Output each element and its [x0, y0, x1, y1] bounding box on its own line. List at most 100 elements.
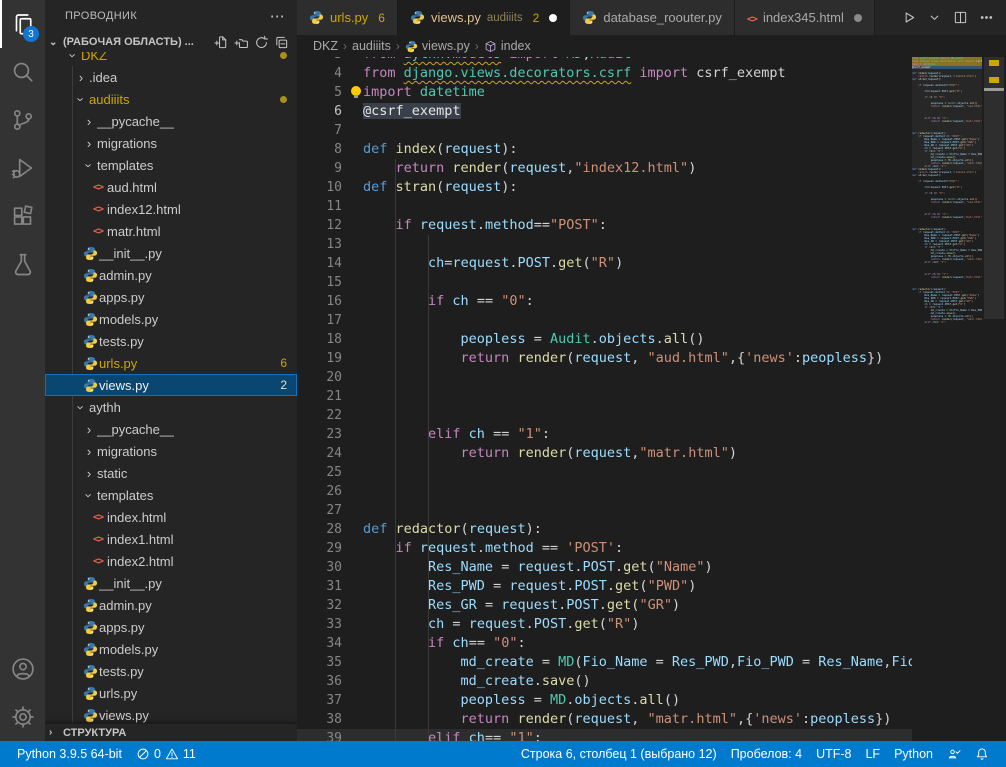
dirty-indicator[interactable] — [854, 14, 862, 22]
tree-item-apps.py[interactable]: apps.py — [45, 286, 297, 308]
status-notifications[interactable] — [968, 747, 996, 761]
scrollbar-thumb[interactable] — [984, 57, 1004, 319]
warning-count: 11 — [183, 747, 196, 761]
more-icon[interactable] — [974, 6, 998, 30]
breadcrumb-item-views.py[interactable]: views.py — [405, 39, 470, 53]
activity-bar-item-source-control[interactable] — [0, 96, 45, 144]
tree-item-__pycache__[interactable]: ›__pycache__ — [45, 110, 297, 132]
split-editor-icon[interactable] — [948, 6, 972, 30]
tree-item-urls.py[interactable]: urls.py6 — [45, 352, 297, 374]
tab-database_roouter.py[interactable]: database_roouter.py — [570, 0, 735, 35]
activity-bar-item-extensions[interactable] — [0, 192, 45, 240]
code-line-31: 31 Res_PWD = request.POST.get("PWD") — [297, 577, 912, 596]
status-problems[interactable]: 011 — [129, 747, 203, 761]
chevron-right-icon: › — [81, 114, 97, 129]
status-python-version[interactable]: Python 3.9.5 64-bit — [10, 747, 129, 761]
chevron-down-icon: ⌄ — [49, 37, 63, 48]
code-line-15: 15 — [297, 273, 912, 292]
workspace-section-header[interactable]: ⌄ (РАБОЧАЯ ОБЛАСТЬ) ... — [45, 32, 297, 52]
breadcrumb-item-index[interactable]: index — [484, 39, 531, 53]
breadcrumb-item-audiiits[interactable]: audiiits — [352, 39, 391, 53]
activity-bar-item-search[interactable] — [0, 48, 45, 96]
tree-item-audiiits[interactable]: ›audiiits — [45, 88, 297, 110]
status-indentation[interactable]: Пробелов: 4 — [724, 747, 809, 761]
more-actions-icon[interactable]: ⋯ — [270, 7, 285, 25]
lightbulb-icon[interactable] — [351, 86, 362, 99]
status-label: Пробелов: 4 — [731, 747, 802, 761]
code-line-11: 11 — [297, 197, 912, 216]
tree-item-admin.py[interactable]: admin.py — [45, 594, 297, 616]
tree-item-migrations[interactable]: ›migrations — [45, 132, 297, 154]
tree-item-models.py[interactable]: models.py — [45, 308, 297, 330]
tab-bar: urls.py6views.pyaudiiits2database_rooute… — [297, 0, 1006, 35]
python-icon — [81, 356, 99, 371]
line-text: return render(request,"matr.html") — [342, 444, 737, 463]
run-icon[interactable] — [896, 6, 920, 30]
line-text — [342, 197, 363, 216]
collapse-all-icon[interactable] — [271, 33, 291, 51]
tree-item-apps.py[interactable]: apps.py — [45, 616, 297, 638]
activity-bar-item-settings[interactable] — [0, 693, 45, 741]
tab-index345.html[interactable]: <>index345.html — [735, 0, 875, 35]
breadcrumb-item-DKZ[interactable]: DKZ — [313, 39, 338, 53]
tree-item-views.py[interactable]: views.py2 — [45, 374, 297, 396]
minimap[interactable]: from aythh.models import MD,Auditfrom dj… — [912, 57, 982, 741]
code-line-37: 37 peopless = MD.objects.all() — [297, 691, 912, 710]
tree-item-label: aud.html — [107, 180, 157, 195]
new-folder-icon[interactable] — [231, 33, 251, 51]
line-text: peopless = MD.objects.all() — [342, 691, 680, 710]
tab-views.py[interactable]: views.pyaudiiits2 — [398, 0, 570, 35]
tree-item-index1.html[interactable]: <>index1.html — [45, 528, 297, 550]
tree-item-templates[interactable]: ›templates — [45, 484, 297, 506]
tree-item-tests.py[interactable]: tests.py — [45, 660, 297, 682]
tree-item-__init__.py[interactable]: __init__.py — [45, 572, 297, 594]
status-label: LF — [865, 747, 880, 761]
tree-item-views.py[interactable]: views.py — [45, 704, 297, 723]
tree-item-label: matr.html — [107, 224, 160, 239]
tree-item-static[interactable]: ›static — [45, 462, 297, 484]
tree-item-.idea[interactable]: ›.idea — [45, 66, 297, 88]
tree-item-admin.py[interactable]: admin.py — [45, 264, 297, 286]
new-file-icon[interactable] — [211, 33, 231, 51]
code-line-18: 18 peopless = Audit.objects.all() — [297, 330, 912, 349]
tree-item-__init__.py[interactable]: __init__.py — [45, 242, 297, 264]
tree-item-index12.html[interactable]: <>index12.html — [45, 198, 297, 220]
tree-item-DKZ[interactable]: ›DKZ — [45, 52, 297, 66]
dirty-indicator[interactable] — [549, 14, 557, 22]
activity-bar-item-account[interactable] — [0, 645, 45, 693]
tree-item-aythh[interactable]: ›aythh — [45, 396, 297, 418]
activity-bar-item-testing[interactable] — [0, 240, 45, 288]
line-number: 20 — [297, 368, 342, 387]
status-encoding[interactable]: UTF-8 — [809, 747, 858, 761]
outline-section-header[interactable]: › СТРУКТУРА — [45, 723, 297, 741]
testing-icon — [11, 252, 35, 276]
line-number: 23 — [297, 425, 342, 444]
tree-item-tests.py[interactable]: tests.py — [45, 330, 297, 352]
tree-item-matr.html[interactable]: <>matr.html — [45, 220, 297, 242]
chevron-down-icon[interactable] — [922, 6, 946, 30]
status-label: Python — [894, 747, 933, 761]
tab-label: index345.html — [763, 10, 844, 25]
tree-item-migrations[interactable]: ›migrations — [45, 440, 297, 462]
tab-urls.py[interactable]: urls.py6 — [297, 0, 398, 35]
tree-item-templates[interactable]: ›templates — [45, 154, 297, 176]
tree-item-urls.py[interactable]: urls.py — [45, 682, 297, 704]
status-eol[interactable]: LF — [858, 747, 887, 761]
activity-bar-item-run-debug[interactable] — [0, 144, 45, 192]
tree-item-models.py[interactable]: models.py — [45, 638, 297, 660]
python-icon — [81, 268, 99, 283]
activity-bar-item-explorer[interactable]: 3 — [0, 0, 45, 48]
status-language-mode[interactable]: Python — [887, 747, 940, 761]
refresh-icon[interactable] — [251, 33, 271, 51]
tree-item-aud.html[interactable]: <>aud.html — [45, 176, 297, 198]
warning-icon — [165, 747, 179, 761]
tree-item-__pycache__[interactable]: ›__pycache__ — [45, 418, 297, 440]
code-area[interactable]: 3from aythh.models import MD,Audit4from … — [297, 57, 912, 741]
tree-item-index2.html[interactable]: <>index2.html — [45, 550, 297, 572]
status-feedback[interactable] — [940, 747, 968, 761]
tree-item-label: models.py — [99, 642, 158, 657]
status-cursor-position[interactable]: Строка 6, столбец 1 (выбрано 12) — [514, 747, 724, 761]
line-number: 8 — [297, 140, 342, 159]
scrollbar-overview-ruler[interactable] — [982, 57, 1006, 741]
tree-item-index.html[interactable]: <>index.html — [45, 506, 297, 528]
